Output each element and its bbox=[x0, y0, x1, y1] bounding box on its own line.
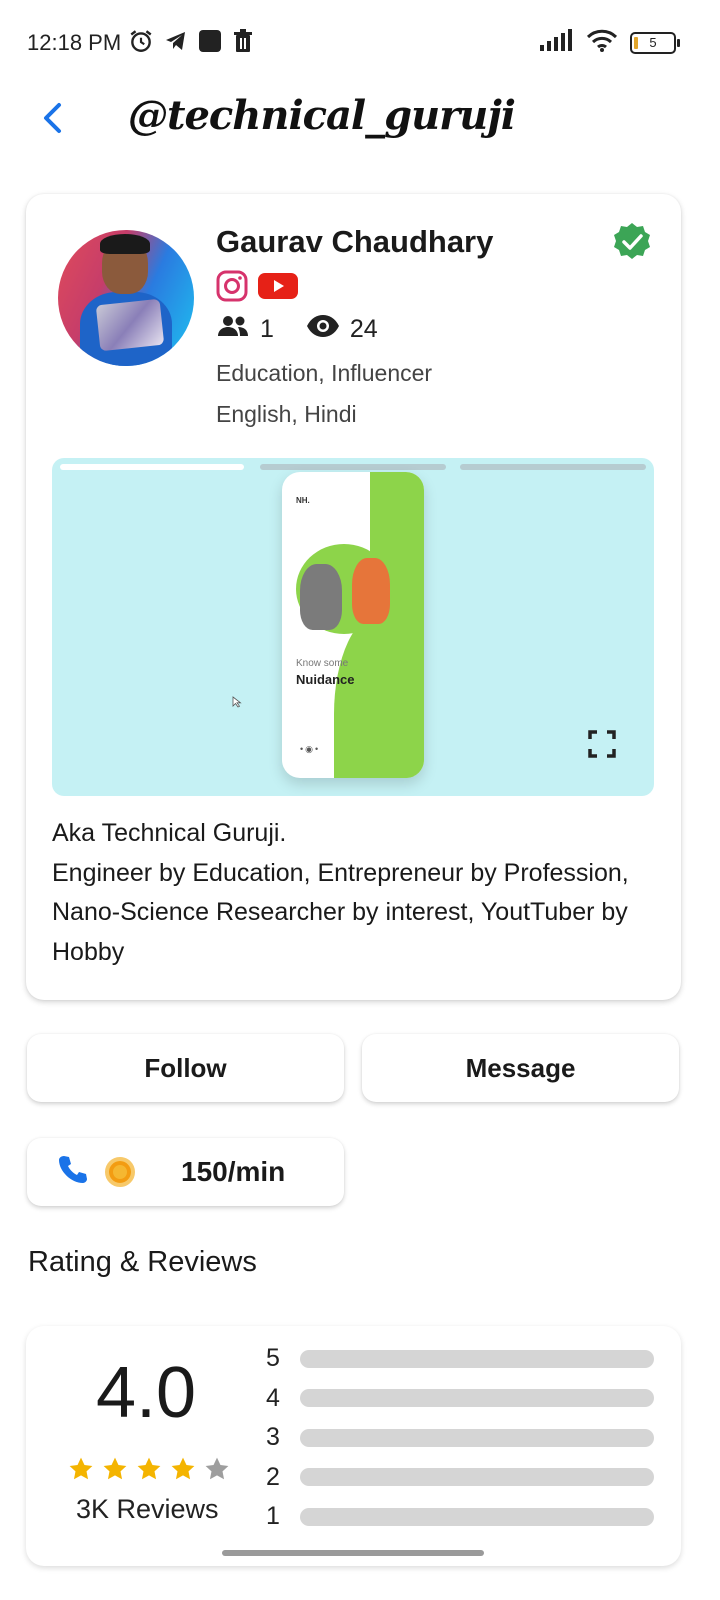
preview-brand: NH. bbox=[296, 496, 310, 505]
rating-bar-row: 3 bbox=[264, 1423, 654, 1452]
preview-dots: •◉• bbox=[300, 744, 321, 754]
status-bar: 12:18 PM 5 bbox=[0, 0, 720, 84]
rating-bar-label: 3 bbox=[266, 1423, 280, 1451]
call-button[interactable]: 150/min bbox=[27, 1138, 344, 1206]
preview-text-2: Nuidance bbox=[296, 672, 355, 687]
profile-name: Gaurav Chaudhary bbox=[216, 224, 494, 259]
trash-icon bbox=[232, 29, 254, 58]
fullscreen-icon bbox=[588, 730, 616, 758]
status-icons-left bbox=[128, 28, 254, 59]
coin-icon bbox=[105, 1157, 135, 1187]
rating-bar-track bbox=[300, 1507, 654, 1526]
carousel-progress-1 bbox=[60, 464, 244, 470]
people-icon bbox=[216, 314, 250, 345]
chevron-left-icon bbox=[44, 103, 61, 133]
views-count: 24 bbox=[349, 315, 378, 343]
status-icons-right: 5 bbox=[540, 28, 680, 57]
profile-card: Gaurav Chaudhary 1 24 Education, Influen… bbox=[26, 194, 681, 1000]
fullscreen-button[interactable] bbox=[588, 730, 616, 758]
media-carousel[interactable]: NH. Know some Nuidance •◉• bbox=[52, 458, 654, 796]
rating-bar-row: 5 bbox=[264, 1344, 654, 1373]
profile-stats: 1 24 bbox=[216, 314, 378, 345]
verified-badge-icon bbox=[612, 222, 652, 262]
preview-text-1: Know some bbox=[296, 658, 349, 669]
call-rate: 150/min bbox=[181, 1156, 286, 1187]
profile-categories: Education, Influencer bbox=[216, 360, 433, 386]
rating-bar-label: 2 bbox=[266, 1462, 280, 1491]
rating-stars bbox=[68, 1456, 230, 1482]
rating-bar-track bbox=[300, 1349, 654, 1368]
avatar[interactable] bbox=[58, 230, 194, 366]
star-empty-icon bbox=[205, 1457, 229, 1480]
wifi-icon bbox=[586, 28, 618, 57]
phone-icon bbox=[57, 1153, 89, 1192]
alarm-icon bbox=[128, 28, 154, 59]
rating-bar-label: 5 bbox=[266, 1344, 280, 1372]
section-title-ratings: Rating & Reviews bbox=[28, 1246, 257, 1278]
rating-bar-row: 1 bbox=[264, 1502, 654, 1531]
home-indicator[interactable] bbox=[222, 1550, 484, 1556]
carousel-progress-3 bbox=[460, 464, 646, 470]
rating-summary-card: 4.0 3K Reviews 5 4 3 2 1 bbox=[26, 1326, 681, 1566]
battery-icon: 5 bbox=[630, 31, 680, 54]
star-filled-icon bbox=[69, 1457, 93, 1480]
youtube-icon[interactable] bbox=[258, 271, 298, 306]
status-time: 12:18 PM bbox=[27, 30, 122, 55]
signal-icon bbox=[540, 29, 574, 56]
followers-count: 1 bbox=[260, 315, 274, 343]
page-title-handle: @technical_guruji bbox=[128, 92, 516, 139]
eye-icon bbox=[306, 314, 340, 345]
app-square-icon bbox=[198, 29, 222, 58]
message-button[interactable]: Message bbox=[362, 1034, 679, 1102]
average-rating: 4.0 bbox=[96, 1353, 197, 1433]
rating-bar-track bbox=[300, 1468, 654, 1486]
star-filled-icon bbox=[171, 1457, 195, 1480]
rating-bar-label: 1 bbox=[266, 1502, 280, 1530]
rating-bar-row: 2 bbox=[264, 1463, 654, 1492]
rating-bar-track bbox=[300, 1389, 654, 1407]
social-links bbox=[216, 270, 298, 307]
instagram-icon[interactable] bbox=[216, 270, 248, 307]
rating-bar-row: 4 bbox=[264, 1384, 654, 1413]
rating-bar-track bbox=[300, 1428, 654, 1447]
carousel-progress-2 bbox=[260, 464, 446, 470]
star-filled-icon bbox=[103, 1457, 127, 1480]
back-button[interactable] bbox=[32, 96, 72, 140]
media-preview-phone: NH. Know some Nuidance •◉• bbox=[282, 472, 424, 778]
reviews-count: 3K Reviews bbox=[76, 1494, 219, 1524]
star-filled-icon bbox=[137, 1457, 161, 1480]
cursor-icon bbox=[232, 696, 242, 708]
follow-button[interactable]: Follow bbox=[27, 1034, 344, 1102]
telegram-icon bbox=[164, 29, 188, 58]
profile-languages: English, Hindi bbox=[216, 401, 357, 427]
rating-bar-label: 4 bbox=[266, 1383, 280, 1412]
profile-bio: Aka Technical Guruji. Engineer by Educat… bbox=[52, 819, 629, 966]
